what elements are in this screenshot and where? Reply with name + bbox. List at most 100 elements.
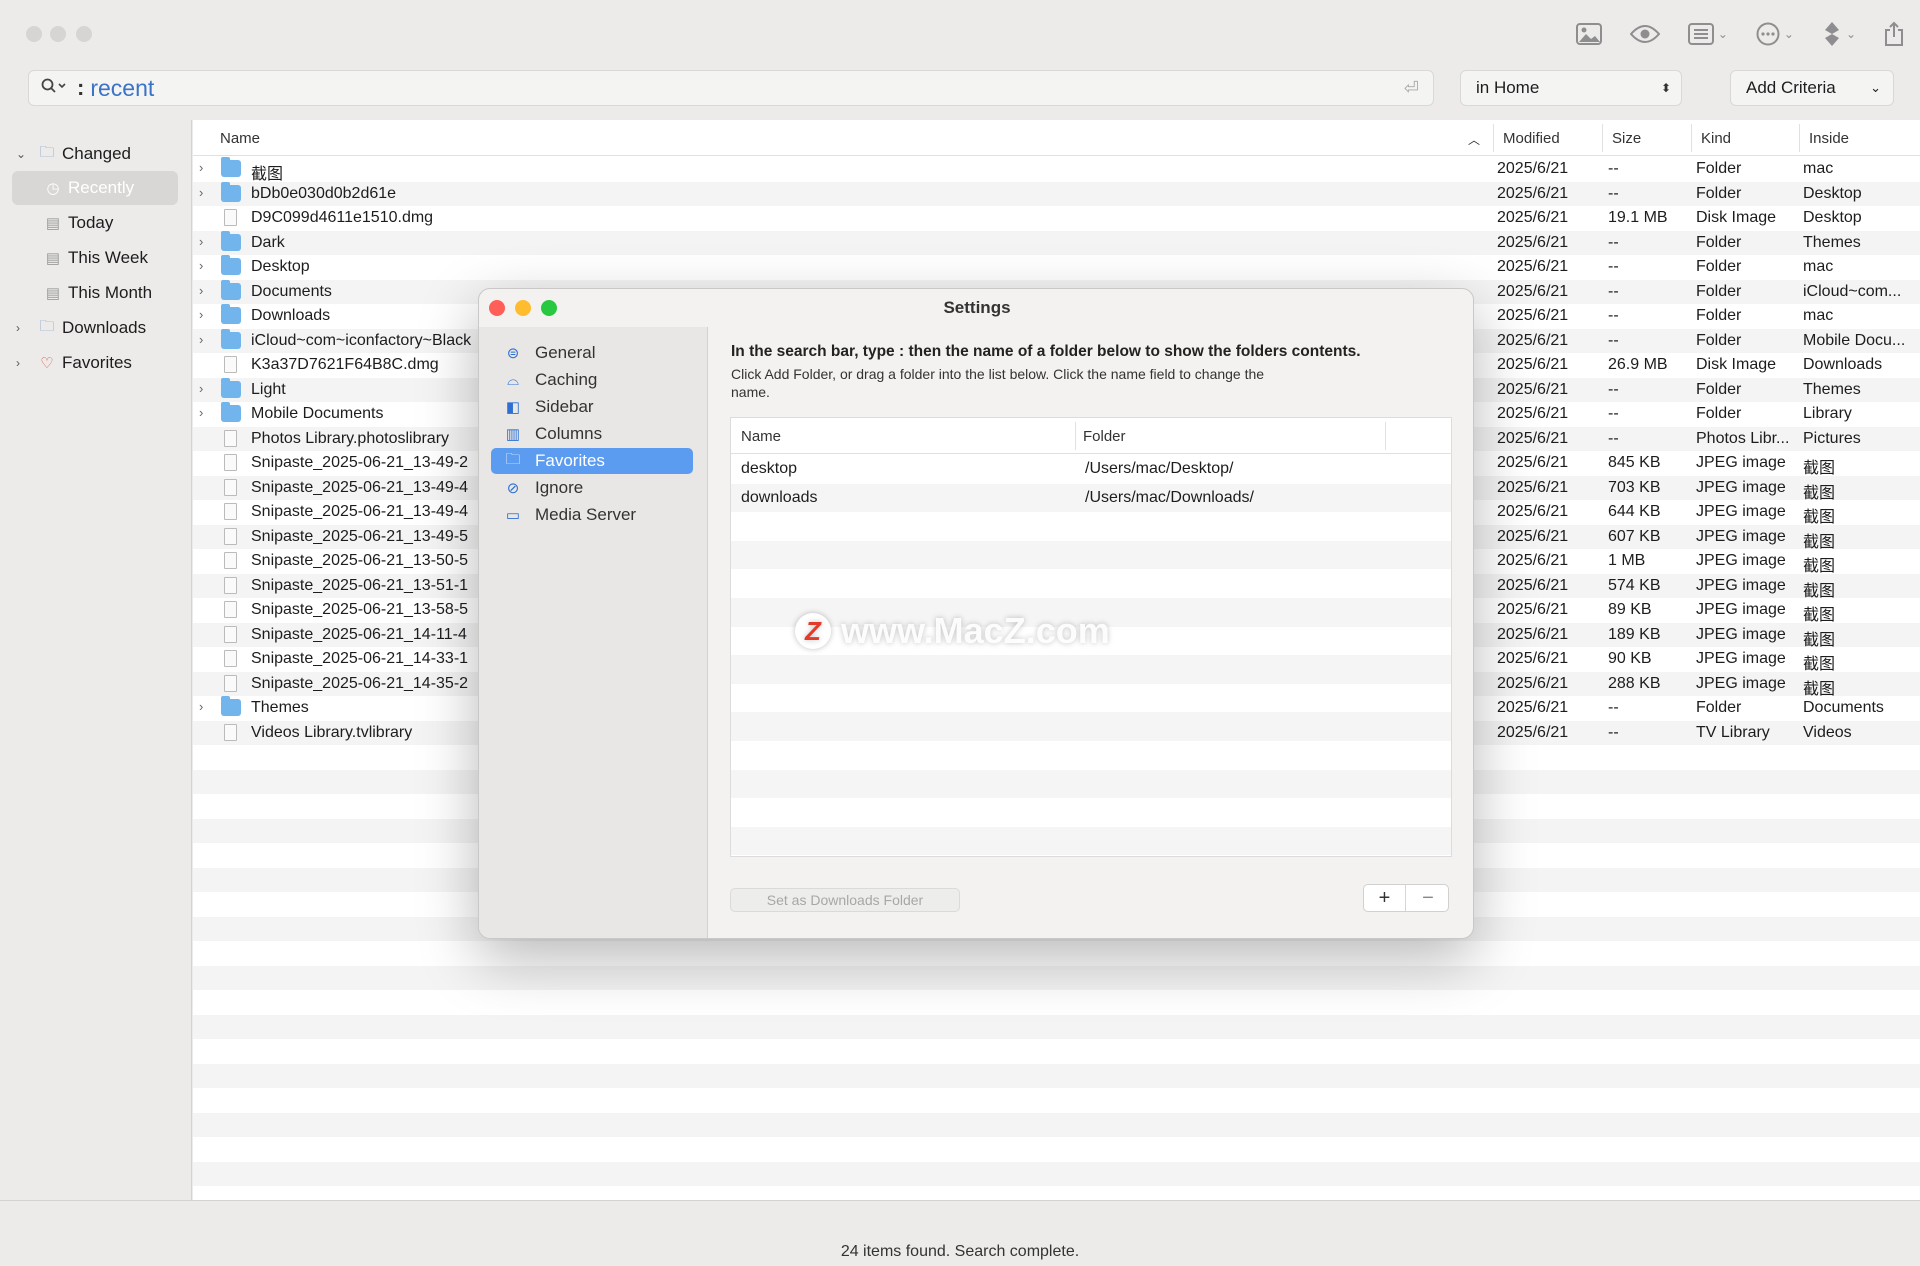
sidebar-item-favorites[interactable]: › ♡ Favorites [0,346,192,380]
sidebar-item-changed[interactable]: ⌄ 🗀 Changed [0,137,192,171]
column-header-modified[interactable]: Modified [1503,130,1560,147]
column-header-kind[interactable]: Kind [1701,130,1731,147]
folder-icon [221,328,241,349]
file-name: Snipaste_2025-06-21_13-49-5 [251,527,469,545]
disclosure-closed-icon[interactable]: › [199,234,203,249]
search-field[interactable]: : recent ⏎ [28,70,1434,106]
disclosure-closed-icon[interactable]: › [199,160,203,175]
file-modified: 2025/6/21 [1497,429,1569,447]
sidebar-item-label: Downloads [62,318,147,337]
favorite-name-field[interactable]: downloads [741,489,818,507]
shortcut-icon[interactable]: ⌄ [1822,18,1856,50]
sidebar-item-this-week[interactable]: ▤ This Week [0,241,192,275]
disclosure-open-icon[interactable]: ⌄ [16,147,26,161]
column-header-inside[interactable]: Inside [1809,130,1849,147]
table-row[interactable]: › Dark 2025/6/21 -- Folder Themes [193,230,1920,255]
image-icon[interactable] [1575,18,1602,50]
add-folder-button[interactable]: + [1364,885,1406,911]
settings-nav-ignore[interactable]: ⊘ Ignore [491,475,693,501]
disclosure-closed-icon[interactable]: › [199,307,203,322]
settings-nav-general[interactable]: ⊜ General [491,340,693,366]
sidebar-item-recently[interactable]: ◷ Recently [0,171,192,205]
file-modified: 2025/6/21 [1497,233,1569,251]
settings-nav-sidebar[interactable]: ◧ Sidebar [491,394,693,420]
columns-icon: ▥ [505,426,521,443]
settings-nav-columns[interactable]: ▥ Columns [491,421,693,447]
list-view-icon[interactable]: ⌄ [1687,18,1728,50]
search-query[interactable]: recent [90,75,154,102]
table-row[interactable]: › 截图 2025/6/21 -- Folder mac [193,157,1920,183]
disclosure-closed-icon[interactable]: › [199,258,203,273]
empty-row [193,1039,1920,1064]
settings-nav-label: Columns [535,424,603,443]
folder-icon [221,230,241,251]
sidebar-item-this-month[interactable]: ▤ This Month [0,276,192,310]
sidebar-icon: ◧ [505,399,521,416]
watermark-logo: Z [795,613,831,649]
column-header-size[interactable]: Size [1612,130,1641,147]
settings-nav-favorites[interactable]: 🗀 Favorites [491,448,693,474]
file-kind: JPEG image [1696,527,1786,545]
column-divider[interactable] [1799,124,1800,152]
favorite-folder-path: /Users/mac/Downloads/ [1085,488,1254,506]
disclosure-closed-icon[interactable]: › [199,185,203,200]
close-window-button[interactable] [26,26,42,42]
display-icon: ▭ [505,507,521,524]
more-icon[interactable]: ⌄ [1756,18,1794,50]
favorite-name-field[interactable]: desktop [741,460,797,478]
file-kind: Folder [1696,282,1742,300]
disclosure-closed-icon[interactable]: › [199,405,203,420]
sort-ascending-icon[interactable]: ︿ [1468,131,1480,148]
chevron-down-icon: ⌄ [1870,80,1881,95]
favorites-column-folder[interactable]: Folder [1083,428,1126,445]
search-icon[interactable] [41,78,67,99]
file-size: 26.9 MB [1608,356,1668,373]
file-inside: mac [1803,307,1834,324]
file-modified: 2025/6/21 [1497,405,1569,422]
file-inside: iCloud~com... [1803,282,1902,300]
add-criteria-button[interactable]: Add Criteria ⌄ [1730,70,1894,106]
file-name: Downloads [251,307,331,324]
remove-folder-button[interactable]: − [1407,885,1449,911]
settings-nav-media-server[interactable]: ▭ Media Server [491,502,693,528]
column-divider[interactable] [1385,422,1386,450]
disclosure-closed-icon[interactable]: › [199,699,203,714]
favorite-row[interactable]: desktop/Users/mac/Desktop/ [731,455,1451,484]
disclosure-closed-icon[interactable]: › [16,321,20,335]
eye-icon[interactable] [1629,18,1660,50]
search-scope-select[interactable]: in Home ⬍ [1460,70,1682,106]
favorite-row[interactable]: downloads/Users/mac/Downloads/ [731,483,1451,513]
file-kind: Folder [1696,699,1742,716]
settings-nav-label: Ignore [535,478,584,497]
disclosure-closed-icon[interactable]: › [199,381,203,396]
column-header-name[interactable]: Name [220,130,260,147]
column-divider[interactable] [1602,124,1603,152]
file-modified: 2025/6/21 [1497,184,1569,202]
column-divider[interactable] [1493,124,1494,152]
column-divider[interactable] [1075,422,1076,450]
file-size: -- [1608,258,1619,275]
minimize-window-button[interactable] [50,26,66,42]
settings-nav-caching[interactable]: ⌓ Caching [491,367,693,393]
file-inside: Downloads [1803,356,1883,373]
table-row[interactable]: › Desktop 2025/6/21 -- Folder mac [193,255,1920,280]
sidebar-item-today[interactable]: ▤ Today [0,206,192,240]
share-icon[interactable] [1884,18,1904,50]
settings-nav-label: Favorites [535,451,605,470]
file-size: -- [1608,184,1619,202]
set-downloads-folder-button[interactable]: Set as Downloads Folder [730,888,960,912]
file-size: 89 KB [1608,601,1652,618]
status-text: 24 items found. Search complete. [840,1243,1080,1260]
column-divider[interactable] [1691,124,1692,152]
disclosure-closed-icon[interactable]: › [199,283,203,298]
table-row[interactable]: D9C099d4611e1510.dmg 2025/6/21 19.1 MB Disk… [193,206,1920,231]
disclosure-closed-icon[interactable]: › [16,356,20,370]
sidebar-item-downloads[interactable]: › 🗀 Downloads [0,311,192,345]
table-row[interactable]: › bDb0e030d0b2d61e 2025/6/21 -- Folder Deskto… [193,181,1920,206]
file-modified: 2025/6/21 [1497,478,1569,496]
file-name: Desktop [251,258,310,275]
zoom-window-button[interactable] [76,26,92,42]
empty-row [193,1014,1920,1039]
favorites-column-name[interactable]: Name [741,428,781,445]
disclosure-closed-icon[interactable]: › [199,332,203,347]
